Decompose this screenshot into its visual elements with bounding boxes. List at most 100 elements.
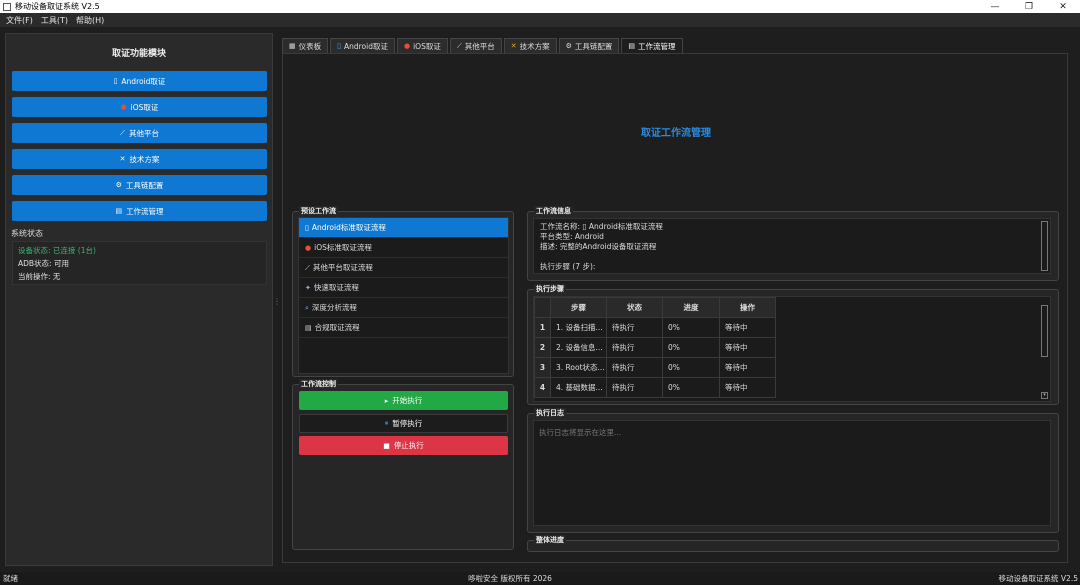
nav-label: 技术方案 [129,154,160,164]
cell-step: 1. 设备扫描... [550,317,607,338]
rocket-icon: ✦ [305,284,311,292]
cell-step: 4. 基础数据... [550,377,607,398]
list-item[interactable]: ● iOS标准取证流程 [299,238,508,258]
nav-tech-plan-button[interactable]: ✕ 技术方案 [12,149,267,169]
item-label: iOS标准取证流程 [314,243,372,252]
item-label: 其他平台取证流程 [312,263,373,272]
list-item[interactable]: ✦ 快速取证流程 [299,278,508,298]
tools-icon: ✕ [510,42,517,50]
list-item[interactable]: ⌕ 深度分析流程 [299,298,508,318]
list-item[interactable]: ▯ Android标准取证流程 [299,218,508,238]
sidebar-title: 取证功能模块 [111,49,166,59]
cell-action: 等待中 [719,337,776,358]
nav-label: 工具链配置 [125,180,164,190]
table-row[interactable]: 3 3. Root状态... 待执行 0% 等待中 [534,357,776,378]
scroll-down-arrow[interactable]: ▾ [1041,392,1048,399]
menu-bar: 文件(F) 工具(T) 帮助(H) [0,13,1080,27]
minimize-button[interactable]: — [978,2,1012,12]
button-label: 开始执行 [392,396,423,405]
tab-tech-plan[interactable]: ✕ 技术方案 [503,38,557,53]
tab-label: 技术方案 [519,41,550,51]
splitter-handle[interactable]: ⋮ [273,297,281,306]
cell-action: 等待中 [719,317,776,338]
cell-progress: 0% [662,337,720,358]
tab-android[interactable]: ▯ Android取证 [330,38,395,53]
page-title: 取证工作流管理 [641,128,711,139]
nav-other-platform-button[interactable]: ⟋ 其他平台 [12,123,267,143]
item-label: 快速取证流程 [313,283,359,292]
log-textarea[interactable]: 执行日志将显示在这里... [533,420,1051,526]
column-header[interactable]: 进度 [662,297,720,318]
pause-icon: ⏸ [384,419,389,427]
info-scrollbar[interactable] [1041,221,1048,271]
current-operation: 当前操作: 无 [18,272,61,281]
list-item[interactable]: ⟋ 其他平台取证流程 [299,258,508,278]
info-blank [540,252,1044,262]
nav-workflow-button[interactable]: ▤ 工作流管理 [12,201,267,221]
table-row[interactable]: 4 4. 基础数据... 待执行 0% 等待中 [534,377,776,398]
group-title: 整体进度 [534,535,566,545]
cell-progress: 0% [662,377,720,398]
table-row[interactable]: 2 2. 设备信息... 待执行 0% 等待中 [534,337,776,358]
info-desc: 描述: 完整的Android设备取证流程 [540,242,657,251]
table-row[interactable]: 1 1. 设备扫描... 待执行 0% 等待中 [534,317,776,338]
button-label: 停止执行 [393,441,424,450]
gear-icon: ⚙ [565,42,572,50]
clipboard-icon: ▤ [628,42,636,50]
tab-dashboard[interactable]: ▦ 仪表板 [282,38,329,53]
menu-file[interactable]: 文件(F) [6,15,33,26]
list-item[interactable]: ▤ 合规取证流程 [299,318,508,338]
row-number: 2 [534,337,551,358]
group-title: 执行日志 [534,408,566,418]
apple-icon: ● [305,244,312,252]
cell-progress: 0% [662,317,720,338]
tab-toolchain[interactable]: ⚙ 工具链配置 [558,38,620,53]
tab-label: 工具链配置 [574,41,613,51]
stop-icon: ■ [383,441,390,450]
group-title: 执行步骤 [534,284,566,294]
tab-label: 其他平台 [464,41,495,51]
info-steps: 执行步骤 (7 步): [540,262,596,271]
tab-ios[interactable]: ● iOS取证 [396,38,448,53]
nav-ios-button[interactable]: ● iOS取证 [12,97,267,117]
nav-android-button[interactable]: ▯ Android取证 [12,71,267,91]
column-header[interactable]: 操作 [719,297,776,318]
cell-status: 待执行 [606,377,663,398]
group-title: 工作流控制 [299,379,338,389]
clipboard-icon: ▤ [305,324,312,332]
cell-action: 等待中 [719,377,776,398]
tab-workflow[interactable]: ▤ 工作流管理 [621,38,683,53]
cell-progress: 0% [662,357,720,378]
column-header[interactable]: 状态 [606,297,663,318]
column-header[interactable]: 步骤 [550,297,607,318]
adb-status: ADB状态: 可用 [18,259,69,268]
workflow-control-group: 工作流控制 ▸ 开始执行 ⏸ 暂停执行 ■ 停止执行 [292,379,514,550]
menu-help[interactable]: 帮助(H) [76,15,104,26]
table-scrollbar[interactable] [1041,305,1048,357]
start-button[interactable]: ▸ 开始执行 [299,391,508,410]
device-status: 设备状态: 已连接 (1台) [18,246,96,255]
play-icon: ▸ [384,396,389,405]
pen-icon: ⟋ [305,264,310,272]
system-status-title: 系统状态 [11,229,43,238]
pause-button[interactable]: ⏸ 暂停执行 [299,414,508,433]
gear-icon: ⚙ [115,181,122,189]
overall-progress-group: 整体进度 [527,535,1059,552]
menu-tools[interactable]: 工具(T) [41,15,68,26]
workflow-info-text: 工作流名称: ▯ Android标准取证流程 平台类型: Android 描述:… [533,218,1051,274]
clipboard-icon: ▤ [115,207,123,215]
item-label: 深度分析流程 [311,303,357,312]
tab-other-platform[interactable]: ⟋ 其他平台 [449,38,502,53]
close-button[interactable]: ✕ [1046,2,1080,12]
execution-log-group: 执行日志 执行日志将显示在这里... [527,408,1059,533]
execution-steps-group: 执行步骤 步骤 状态 进度 操作 1 1. 设备扫描... 待执行 0% 等待中 [527,284,1059,405]
window-title: 移动设备取证系统 V2.5 [15,2,100,11]
button-label: 暂停执行 [392,419,423,428]
cell-status: 待执行 [606,357,663,378]
stop-button[interactable]: ■ 停止执行 [299,436,508,455]
copyright: 哆啦安全 版权所有 2026 [468,574,552,583]
nav-toolchain-button[interactable]: ⚙ 工具链配置 [12,175,267,195]
cell-action: 等待中 [719,357,776,378]
maximize-button[interactable]: ❐ [1012,2,1046,12]
dashboard-icon: ▦ [289,42,296,50]
